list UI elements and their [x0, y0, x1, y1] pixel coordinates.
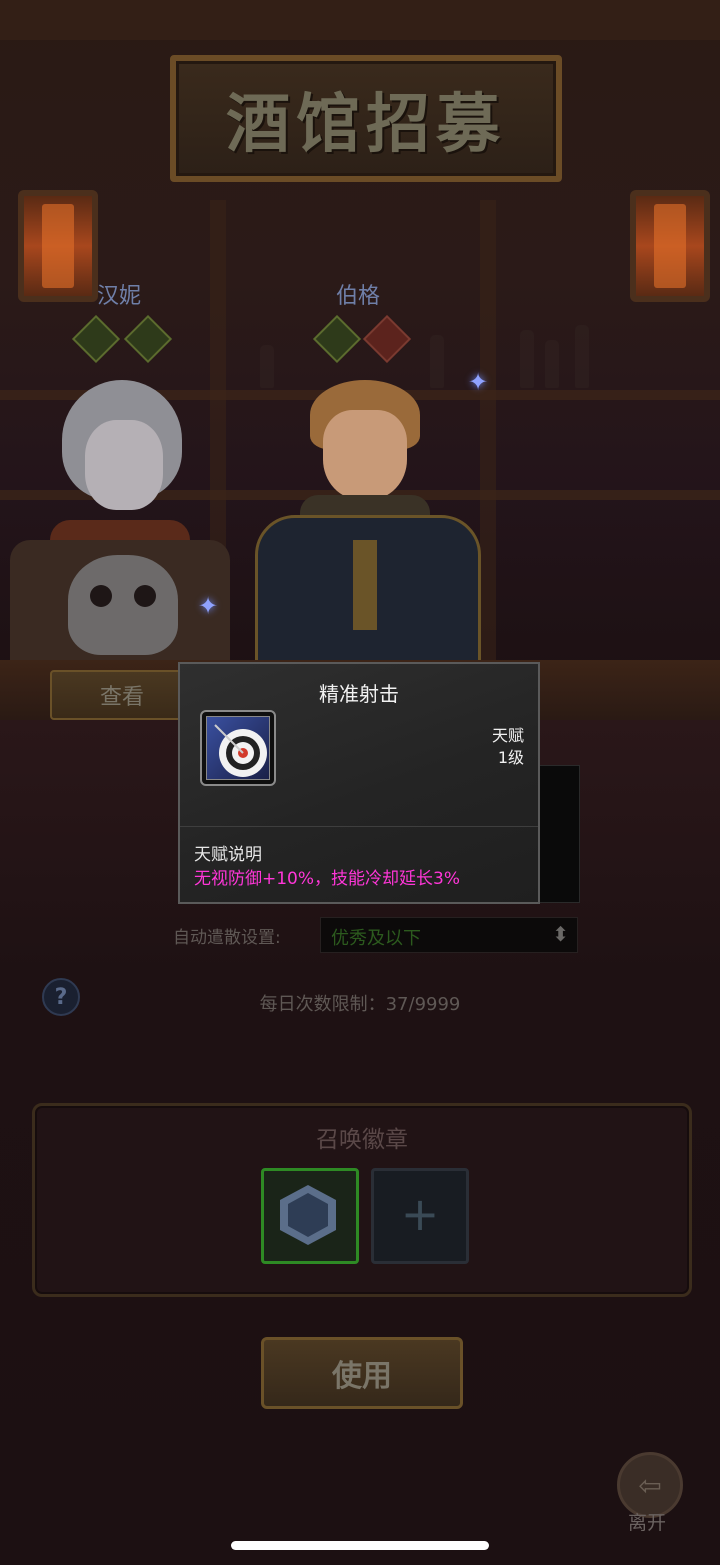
skill-name: 精准射击 — [319, 682, 399, 706]
hero-name-1: 汉妮 — [97, 284, 142, 309]
plus-icon: + — [400, 1187, 440, 1241]
summon-badge-panel: 召唤徽章 + — [32, 1103, 692, 1297]
home-indicator[interactable] — [231, 1541, 489, 1550]
tavern-scene: 酒馆招募 汉妮 伯格 ✦ ✦ 查看 自动遣散设置: 优秀及以下 ⬍ ? 每日次数… — [0, 0, 720, 1565]
bottle — [575, 325, 589, 388]
bottle — [545, 340, 559, 388]
target-icon — [200, 710, 276, 786]
tooltip-shadow-panel — [538, 765, 580, 903]
sparkle-effect: ✦ — [468, 368, 489, 396]
view-button[interactable]: 查看 — [50, 670, 194, 720]
auto-dismiss-select[interactable]: 优秀及以下 ⬍ — [320, 917, 578, 953]
sparkle-effect: ✦ — [198, 592, 219, 620]
chevron-updown-icon: ⬍ — [552, 922, 569, 946]
ceiling-beam — [0, 0, 720, 40]
use-button[interactable]: 使用 — [261, 1337, 463, 1409]
page-title: 酒馆招募 — [226, 86, 506, 162]
badge-slot-empty[interactable]: + — [371, 1168, 469, 1264]
lantern-right — [630, 190, 710, 302]
auto-dismiss-label: 自动遣散设置: — [173, 928, 281, 948]
auto-dismiss-value: 优秀及以下 — [331, 928, 421, 949]
skill-level: 1级 — [497, 748, 524, 767]
leave-label: 离开 — [628, 1512, 667, 1534]
talent-description: 无视防御+10%，技能冷却延长3% — [194, 869, 460, 889]
tooltip-divider — [180, 826, 538, 827]
lantern-left — [18, 190, 98, 302]
summon-panel-title: 召唤徽章 — [316, 1127, 408, 1153]
skill-tooltip: 精准射击 天赋 1级 天赋说明 无视防御+10%，技能冷却延长3% — [178, 662, 540, 904]
title-sign: 酒馆招募 — [170, 55, 562, 182]
skill-category: 天赋 — [491, 726, 524, 745]
hero-name-2: 伯格 — [336, 284, 381, 309]
daily-limit: 每日次数限制：37/9999 — [259, 994, 461, 1015]
hero-portrait-2[interactable] — [245, 375, 485, 671]
talent-description-heading: 天赋说明 — [194, 845, 262, 865]
hero-portrait-1[interactable] — [0, 380, 240, 670]
helmet-badge-icon — [280, 1185, 336, 1245]
bottle — [520, 330, 534, 388]
badge-slot-selected[interactable] — [261, 1168, 359, 1264]
